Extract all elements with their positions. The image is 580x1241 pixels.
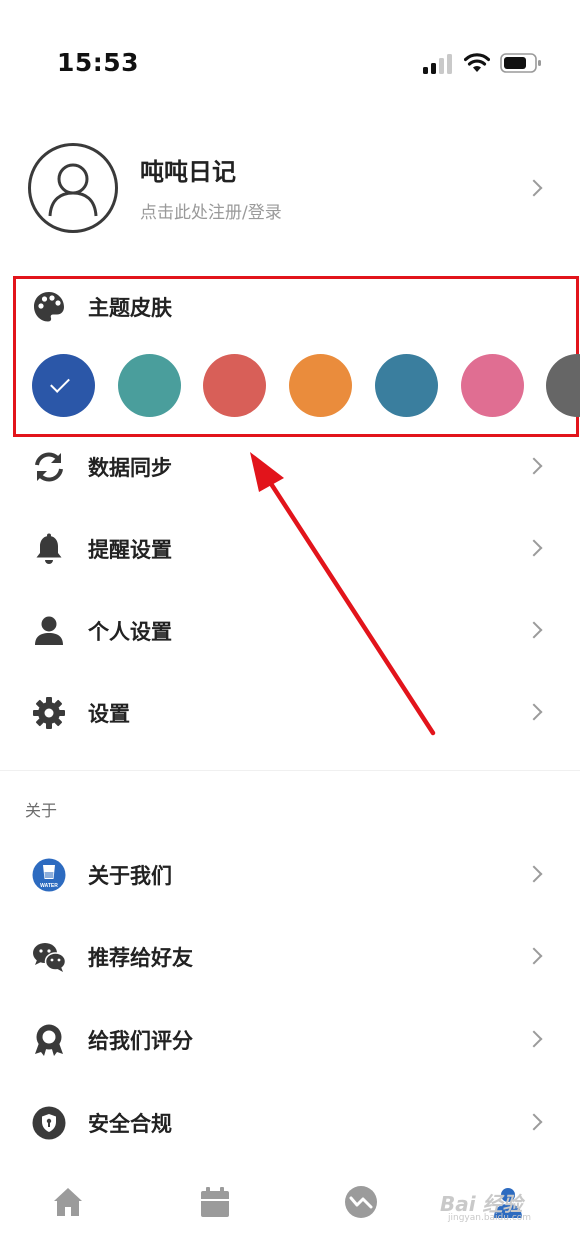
menu-label: 数据同步 <box>88 456 172 480</box>
gear-icon <box>33 697 65 729</box>
wifi-icon <box>464 53 490 72</box>
wechat-icon <box>33 943 66 972</box>
menu-row-recommend[interactable]: 推荐给好友 <box>0 916 580 998</box>
menu-label: 推荐给好友 <box>88 946 193 970</box>
profile-login-row[interactable]: 吨吨日记 点击此处注册/登录 <box>0 138 580 238</box>
section-header-about: 关于 <box>25 801 58 820</box>
menu-label: 关于我们 <box>88 864 172 888</box>
user-avatar-icon <box>48 163 98 217</box>
theme-swatch[interactable] <box>289 354 353 417</box>
award-icon <box>35 1024 63 1056</box>
chart-icon[interactable] <box>343 1184 379 1220</box>
calendar-icon[interactable] <box>197 1184 233 1220</box>
water-logo-icon: WATER <box>32 858 66 892</box>
theme-skin-title: 主题皮肤 <box>88 296 172 320</box>
sync-icon <box>35 452 63 482</box>
status-bar: 15:53 <box>0 0 580 110</box>
menu-row-personal-settings[interactable]: 个人设置 <box>0 590 580 672</box>
theme-swatch[interactable] <box>374 354 438 417</box>
chevron-right-icon <box>525 1113 543 1131</box>
theme-swatch[interactable] <box>460 354 524 417</box>
menu-row-rate-us[interactable]: 给我们评分 <box>0 999 580 1081</box>
menu-label: 提醒设置 <box>88 538 172 562</box>
chevron-right-icon <box>525 539 543 557</box>
palette-icon <box>34 292 64 322</box>
battery-icon <box>500 53 541 73</box>
chevron-right-icon <box>525 621 543 639</box>
chevron-right-icon <box>525 179 543 197</box>
theme-swatch[interactable] <box>117 354 181 417</box>
menu-row-about-us[interactable]: WATER 关于我们 <box>0 834 580 916</box>
menu-row-data-sync[interactable]: 数据同步 <box>0 426 580 508</box>
menu-label: 安全合规 <box>88 1112 172 1136</box>
watermark-url: jingyan.baidu.com <box>448 1213 532 1223</box>
chevron-right-icon <box>525 457 543 475</box>
chevron-right-icon <box>525 1030 543 1048</box>
home-icon[interactable] <box>50 1184 86 1220</box>
login-hint: 点击此处注册/登录 <box>140 203 282 223</box>
status-time: 15:53 <box>57 48 140 77</box>
signal-icon <box>423 54 452 74</box>
menu-label: 给我们评分 <box>88 1029 193 1053</box>
avatar <box>28 143 118 233</box>
app-name: 吨吨日记 <box>140 158 236 186</box>
shield-icon <box>32 1106 66 1140</box>
check-icon <box>50 373 70 393</box>
theme-swatch[interactable] <box>203 354 267 417</box>
menu-row-security[interactable]: 安全合规 <box>0 1082 580 1164</box>
theme-swatches <box>0 354 580 418</box>
water-logo-text: WATER <box>40 883 58 889</box>
chevron-right-icon <box>525 865 543 883</box>
theme-swatch[interactable] <box>32 354 95 417</box>
menu-label: 设置 <box>88 702 130 726</box>
chevron-right-icon <box>525 947 543 965</box>
theme-swatch[interactable] <box>546 354 580 417</box>
menu-row-settings[interactable]: 设置 <box>0 672 580 754</box>
bell-icon <box>36 533 62 564</box>
section-divider <box>0 770 580 771</box>
chevron-right-icon <box>525 703 543 721</box>
menu-row-reminder-settings[interactable]: 提醒设置 <box>0 508 580 590</box>
menu-label: 个人设置 <box>88 620 172 644</box>
person-icon <box>35 616 63 645</box>
